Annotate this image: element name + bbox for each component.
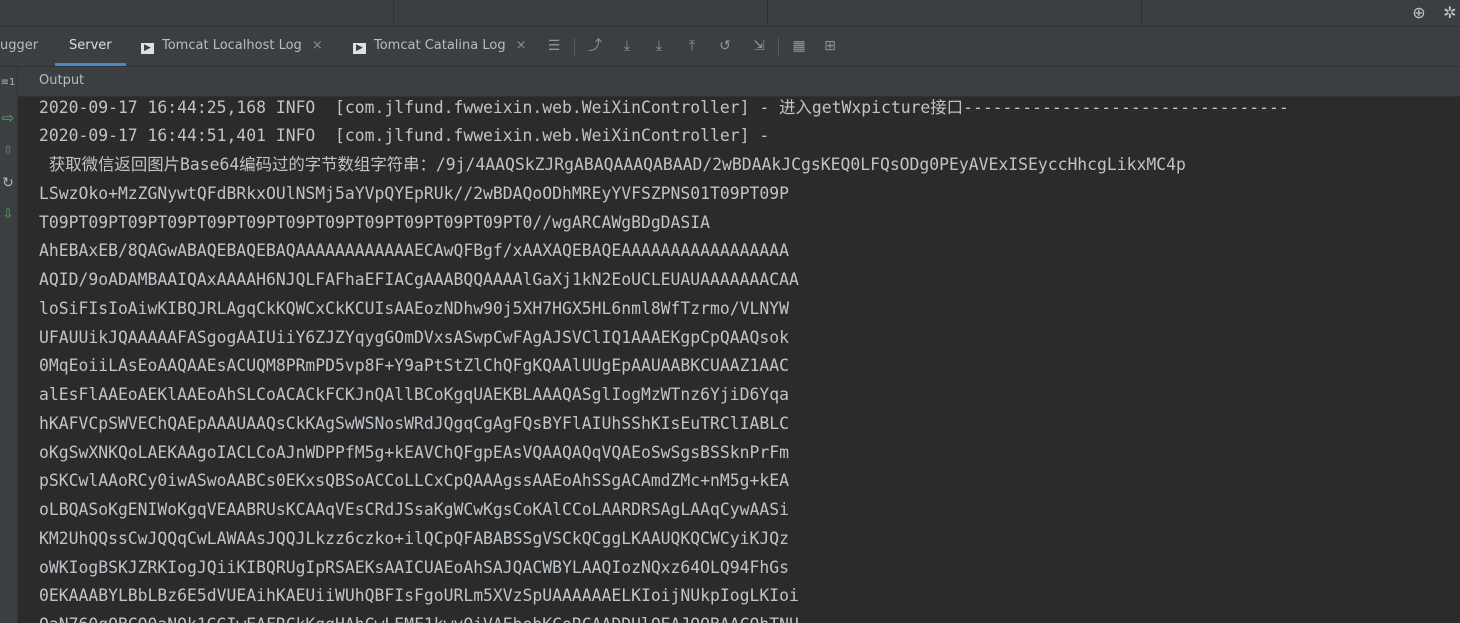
left-gutter: ≡1 ⇨ ⇳ ↻ ⇩ — [0, 67, 18, 623]
console-line: alEsFlAAEoAEKlAAEoAhSLCoACACkFCKJnQAllBC… — [39, 385, 789, 404]
step-into-icon[interactable]: ⤓ — [649, 36, 669, 56]
console-line: oLBQASoKgENIWoKgqVEAABRUsKCAAqVEsCRdJSsa… — [39, 500, 789, 519]
step-over-icon[interactable]: ⤓ — [617, 36, 637, 56]
console-output[interactable]: 2020-09-17 16:44:25,168 INFO [com.jlfund… — [18, 97, 1460, 623]
menu-icon[interactable]: ☰ — [544, 36, 564, 56]
close-icon[interactable]: × — [312, 38, 323, 53]
split-view-icon[interactable]: ⊞ — [820, 36, 840, 56]
toolbar-segment — [767, 0, 1142, 26]
table-view-icon[interactable]: ▦ — [789, 36, 809, 56]
console-line: 2020-09-17 16:44:51,401 INFO [com.jlfund… — [39, 126, 770, 145]
tab-tomcat-localhost-log[interactable]: ▶ Tomcat Localhost Log × — [141, 27, 323, 66]
collapse-icon[interactable]: ⇳ — [0, 143, 16, 157]
console-line: AQID/9oADAMBAAIQAxAAAAH6NJQLFAFhaEFIACgA… — [39, 270, 799, 289]
console-icon: ▶ — [141, 43, 154, 54]
console-line: hKAFVCpSWVEChQAEpAAAUAAQsCkKAgSwWSNosWRd… — [39, 414, 789, 433]
deploy-icon[interactable]: ⇨ — [0, 109, 16, 127]
services-tab-bar: ugger Server ▶ Tomcat Localhost Log × ▶ Tom… — [0, 27, 1460, 67]
gear-icon[interactable]: ✲ — [1440, 3, 1460, 23]
toolbar-divider — [778, 38, 779, 56]
tab-server[interactable]: Server — [55, 27, 126, 66]
restore-layout-icon[interactable]: ⤴ — [585, 36, 605, 56]
console-line: loSiFIsIoAiwKIBQJRLAgqCkKQWCxCkKCUIsAAEo… — [39, 299, 789, 318]
console-icon: ▶ — [353, 43, 366, 54]
console-line: 0EKAAABYLBbLBz6E5dVUEAihKAEUiiWUhQBFIsFg… — [39, 586, 799, 605]
console-line: pSKCwlAAoRCy0iwASwoAABCs0EKxsQBSoACCoLLC… — [39, 471, 789, 490]
console-line: UFAUUikJQAAAAAFASgogAAIUiiY6ZJZYqygGOmDV… — [39, 328, 789, 347]
tab-debugger-label: ugger — [0, 38, 39, 53]
console-line: T09PT09PT09PT09PT09PT09PT09PT09PT09PT09P… — [39, 213, 711, 232]
update-icon[interactable]: ⇩ — [0, 207, 16, 222]
console-line: LSwzOko+MzZGNywtQFdBRkxOUlNSMj5aYVpQYEpR… — [39, 184, 789, 203]
top-toolbar: ⊕ ✲ — [0, 0, 1460, 27]
refresh-icon[interactable]: ↻ — [0, 175, 16, 191]
tab-localhost-log-label: Tomcat Localhost Log — [162, 38, 302, 53]
close-icon[interactable]: × — [516, 38, 527, 53]
console-line: OaN760gQBCQ0aNQk1GGIwEAFRCkKggHAhCwLEMF1… — [39, 615, 799, 623]
toolbar-segment — [0, 0, 394, 26]
tab-debugger[interactable]: ugger — [0, 27, 38, 66]
console-line: 获取微信返回图片Base64编码过的字节数组字符串：/9j/4AAQSkZJRg… — [39, 155, 1186, 174]
crosshair-icon[interactable]: ⊕ — [1409, 3, 1429, 23]
tab-server-label: Server — [69, 38, 112, 53]
tab-tomcat-catalina-log[interactable]: ▶ Tomcat Catalina Log × — [353, 27, 527, 66]
evaluate-icon[interactable]: ⇲ — [749, 36, 769, 56]
console-line: oWKIogBSKJZRKIogJQiiKIBQRUgIpRSAEKsAAICU… — [39, 558, 789, 577]
output-title: Output — [39, 73, 85, 88]
console-line: 2020-09-17 16:44:25,168 INFO [com.jlfund… — [39, 98, 1289, 117]
output-header: Output — [18, 67, 1460, 97]
output-count-label: ≡1 — [0, 77, 16, 88]
console-line: oKgSwXNKQoLAEKAAgoIACLCoAJnWDPPfM5g+kEAV… — [39, 443, 789, 462]
console-line: KM2UhQQssCwJQQqCwLAWAAsJQQJLkzz6czko+ilQ… — [39, 529, 789, 548]
toolbar-segment — [393, 0, 768, 26]
console-line: AhEBAxEB/8QAGwABAQEBAQEBAQAAAAAAAAAAAAEC… — [39, 241, 789, 260]
console-line: 0MqEoiiLAsEoAAQAAEsACUQM8PRmPD5vp8F+Y9aP… — [39, 356, 789, 375]
step-out-icon[interactable]: ⤒ — [682, 36, 702, 56]
tab-catalina-log-label: Tomcat Catalina Log — [374, 38, 506, 53]
toolbar-divider — [574, 38, 575, 56]
run-to-cursor-icon[interactable]: ↺ — [715, 36, 735, 56]
